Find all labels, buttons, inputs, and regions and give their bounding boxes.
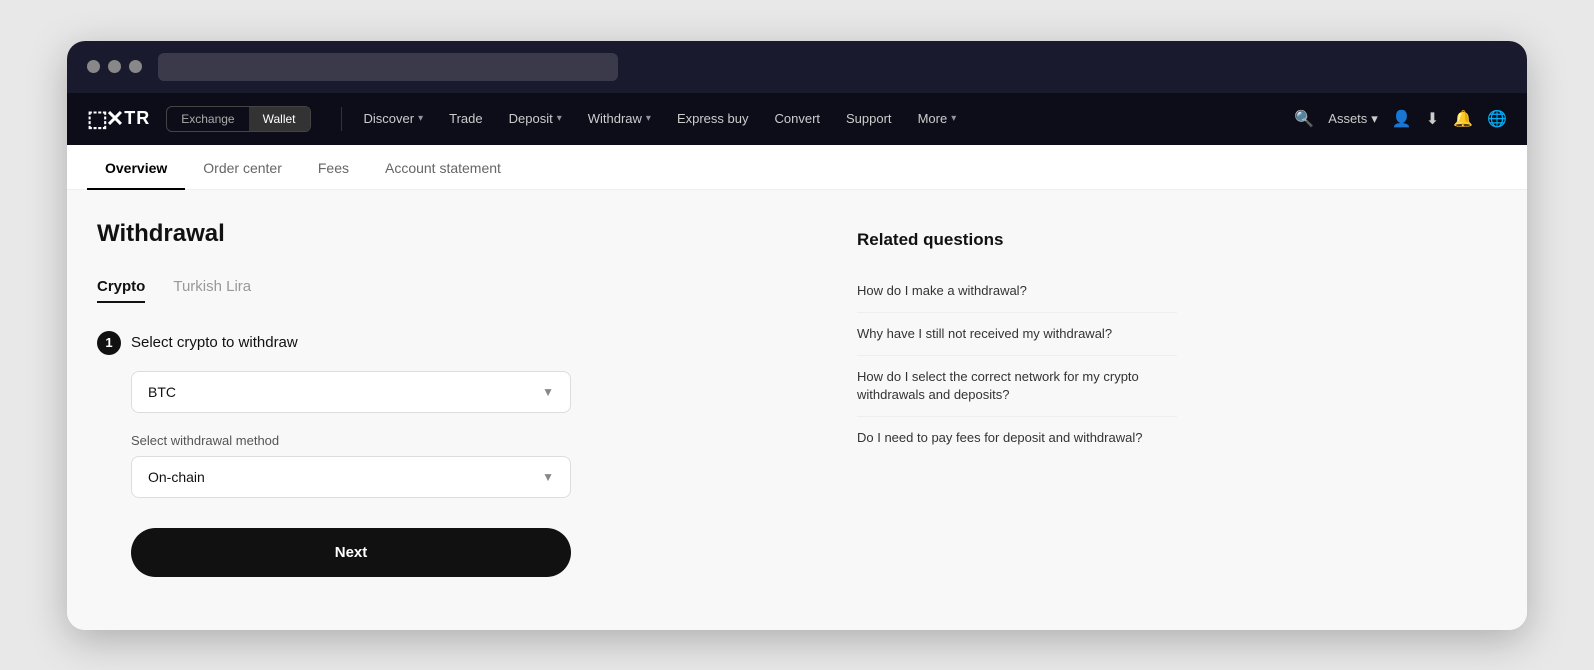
nav-express-buy[interactable]: Express buy bbox=[665, 105, 761, 132]
notifications-button[interactable]: 🔔 bbox=[1453, 109, 1473, 129]
method-label: Select withdrawal method bbox=[131, 433, 817, 448]
nav-convert[interactable]: Convert bbox=[762, 105, 832, 132]
tab-turkish-lira[interactable]: Turkish Lira bbox=[173, 272, 251, 303]
form-section: BTC ▼ Select withdrawal method On-chain … bbox=[97, 371, 817, 577]
search-button[interactable]: 🔍 bbox=[1294, 109, 1314, 129]
faq-item-3[interactable]: How do I select the correct network for … bbox=[857, 356, 1177, 417]
chevron-down-icon: ▼ bbox=[542, 470, 554, 484]
mode-toggle: Exchange Wallet bbox=[166, 106, 310, 132]
nav-right: 🔍 Assets ▾ 👤 ⬇ 🔔 🌐 bbox=[1294, 109, 1507, 129]
chevron-down-icon: ▾ bbox=[557, 113, 562, 124]
nav-more[interactable]: More ▾ bbox=[906, 105, 969, 132]
faq-item-1[interactable]: How do I make a withdrawal? bbox=[857, 270, 1177, 313]
window-dot-maximize bbox=[129, 60, 142, 73]
related-questions-title: Related questions bbox=[857, 230, 1177, 250]
chevron-down-icon: ▼ bbox=[542, 385, 554, 399]
browser-window: ⬚✕ TR Exchange Wallet Discover ▾ Trade D… bbox=[67, 41, 1527, 630]
step-1-label: Select crypto to withdraw bbox=[131, 334, 298, 351]
sub-nav-fees[interactable]: Fees bbox=[300, 146, 367, 190]
nav-deposit[interactable]: Deposit ▾ bbox=[497, 105, 574, 132]
method-dropdown[interactable]: On-chain ▼ bbox=[131, 456, 571, 498]
user-button[interactable]: 👤 bbox=[1392, 109, 1412, 129]
step-1-badge: 1 bbox=[97, 331, 121, 355]
faq-item-4[interactable]: Do I need to pay fees for deposit and wi… bbox=[857, 417, 1177, 459]
method-dropdown-value: On-chain bbox=[148, 469, 205, 485]
chevron-down-icon: ▾ bbox=[1371, 111, 1378, 127]
main-content: Withdrawal Crypto Turkish Lira 1 Select … bbox=[67, 190, 1527, 630]
step-1-row: 1 Select crypto to withdraw bbox=[97, 331, 817, 355]
nav-discover[interactable]: Discover ▾ bbox=[352, 105, 436, 132]
download-button[interactable]: ⬇ bbox=[1426, 109, 1439, 129]
title-bar bbox=[67, 41, 1527, 93]
right-panel: Related questions How do I make a withdr… bbox=[857, 220, 1177, 600]
nav-support[interactable]: Support bbox=[834, 105, 904, 132]
tabs-row: Crypto Turkish Lira bbox=[97, 272, 817, 303]
logo-text: TR bbox=[124, 108, 150, 129]
sub-nav: Overview Order center Fees Account state… bbox=[67, 145, 1527, 190]
nav-links: Discover ▾ Trade Deposit ▾ Withdraw ▾ Ex… bbox=[352, 105, 1295, 132]
window-controls bbox=[87, 60, 142, 73]
faq-item-2[interactable]: Why have I still not received my withdra… bbox=[857, 313, 1177, 356]
logo-icon: ⬚✕ bbox=[87, 106, 122, 132]
page-title: Withdrawal bbox=[97, 220, 817, 248]
wallet-mode-button[interactable]: Wallet bbox=[249, 107, 310, 131]
chevron-down-icon: ▾ bbox=[951, 113, 956, 124]
window-dot-close bbox=[87, 60, 100, 73]
sub-nav-account-statement[interactable]: Account statement bbox=[367, 146, 519, 190]
language-button[interactable]: 🌐 bbox=[1487, 109, 1507, 129]
sub-nav-overview[interactable]: Overview bbox=[87, 146, 185, 190]
sub-nav-order-center[interactable]: Order center bbox=[185, 146, 300, 190]
address-bar[interactable] bbox=[158, 53, 618, 81]
left-panel: Withdrawal Crypto Turkish Lira 1 Select … bbox=[97, 220, 817, 600]
window-dot-minimize bbox=[108, 60, 121, 73]
nav-trade[interactable]: Trade bbox=[437, 105, 494, 132]
assets-button[interactable]: Assets ▾ bbox=[1328, 111, 1378, 127]
chevron-down-icon: ▾ bbox=[646, 113, 651, 124]
tab-crypto[interactable]: Crypto bbox=[97, 272, 145, 303]
chevron-down-icon: ▾ bbox=[418, 113, 423, 124]
navbar: ⬚✕ TR Exchange Wallet Discover ▾ Trade D… bbox=[67, 93, 1527, 145]
crypto-dropdown-value: BTC bbox=[148, 384, 176, 400]
crypto-dropdown[interactable]: BTC ▼ bbox=[131, 371, 571, 413]
nav-divider bbox=[341, 107, 342, 131]
next-button[interactable]: Next bbox=[131, 528, 571, 577]
logo: ⬚✕ TR bbox=[87, 106, 150, 132]
nav-withdraw[interactable]: Withdraw ▾ bbox=[576, 105, 663, 132]
exchange-mode-button[interactable]: Exchange bbox=[167, 107, 248, 131]
